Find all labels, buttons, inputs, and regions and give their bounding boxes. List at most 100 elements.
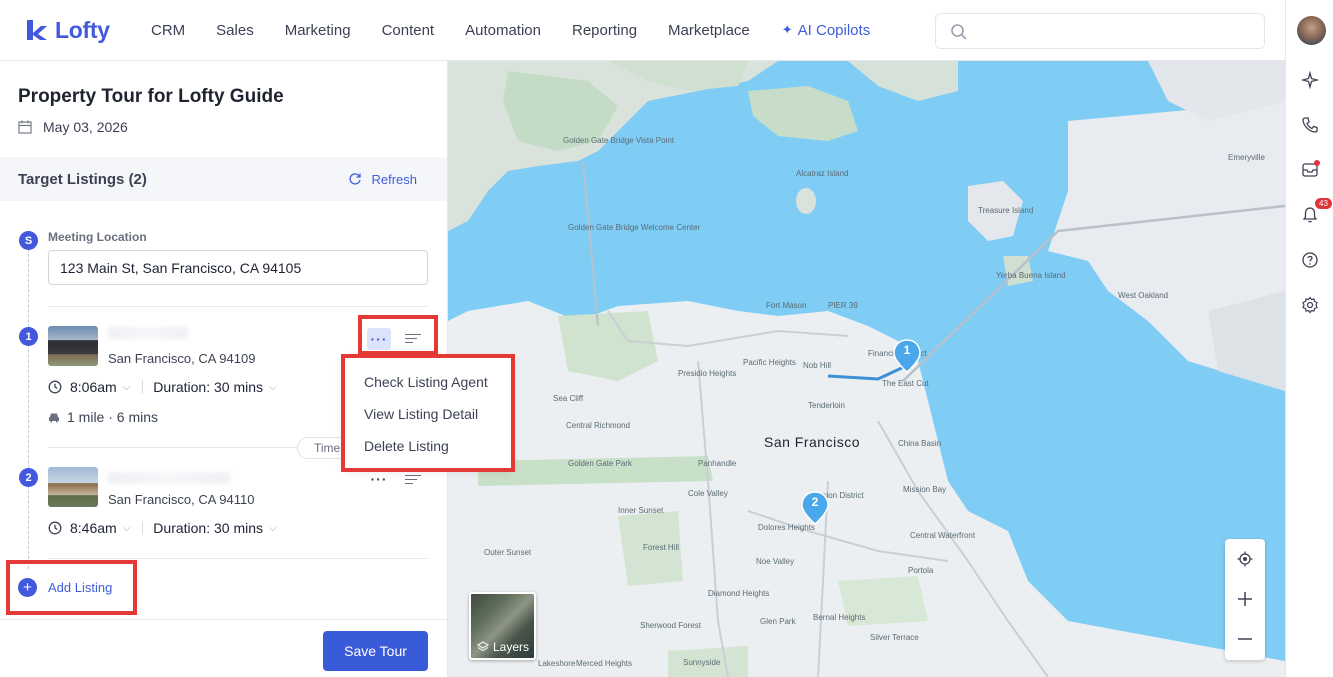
target-listings-header: Target Listings (2) Refresh <box>0 157 447 201</box>
step-badge-2: 2 <box>19 468 38 487</box>
lofty-logo[interactable]: Lofty <box>24 17 134 44</box>
layers-icon <box>477 641 489 652</box>
listing-1-more-button[interactable]: ··· <box>367 328 391 350</box>
listing-1-schedule: 8:06am ⌵ Duration: 30 mins ⌵ <box>48 379 277 395</box>
listing-context-menu: Check Listing Agent View Listing Detail … <box>345 358 511 468</box>
settings-gear-icon[interactable] <box>1300 295 1320 315</box>
map-label: Silver Terrace <box>870 633 919 642</box>
locate-icon <box>1237 551 1253 567</box>
map-label: Diamond Heights <box>708 589 770 598</box>
map-label: China Basin <box>898 439 942 448</box>
map-label: Inner Sunset <box>618 506 664 515</box>
map-label: Central Waterfront <box>910 531 976 540</box>
divider <box>48 306 428 307</box>
listing-1-distance: 1 mile · 6 mins <box>67 409 159 425</box>
nav-content[interactable]: Content <box>382 22 435 39</box>
meeting-location-input[interactable] <box>48 250 428 285</box>
bell-icon[interactable]: 43 <box>1300 198 1332 225</box>
listing-2-duration[interactable]: Duration: 30 mins <box>153 520 263 536</box>
listing-1-street-redacted <box>108 327 188 339</box>
nav-marketplace[interactable]: Marketplace <box>668 22 750 39</box>
phone-icon[interactable] <box>1300 115 1320 135</box>
main-nav: CRM Sales Marketing Content Automation R… <box>151 22 870 39</box>
notification-badge: 43 <box>1315 198 1332 209</box>
help-icon[interactable] <box>1300 250 1320 270</box>
map-city-label: San Francisco <box>764 434 860 450</box>
map-label: The East Cut <box>882 379 929 388</box>
tour-date-text: May 03, 2026 <box>43 119 128 135</box>
separator <box>142 521 144 535</box>
lofty-logo-icon <box>27 20 47 40</box>
map-label: Alcatraz Island <box>796 169 849 178</box>
minus-icon <box>1238 638 1252 640</box>
map-pin-2[interactable]: 2 <box>801 491 829 525</box>
search-icon <box>951 24 967 40</box>
ai-sparkle-icon[interactable] <box>1300 70 1320 90</box>
listing-1-drag-handle[interactable] <box>405 331 421 345</box>
save-tour-button[interactable]: Save Tour <box>323 631 428 671</box>
menu-check-listing-agent[interactable]: Check Listing Agent <box>364 374 488 390</box>
nav-crm[interactable]: CRM <box>151 22 185 39</box>
map-label: Noe Valley <box>756 557 795 566</box>
listing-2-schedule: 8:46am ⌵ Duration: 30 mins ⌵ <box>48 520 277 536</box>
map-label: Portola <box>908 566 934 575</box>
listing-2-drag-handle[interactable] <box>405 472 421 486</box>
listing-1-photo[interactable] <box>48 326 98 366</box>
avatar[interactable] <box>1297 16 1326 45</box>
plus-icon: + <box>18 578 37 597</box>
clock-icon <box>48 380 62 394</box>
map-label: West Oakland <box>1118 291 1169 300</box>
separator <box>142 380 144 394</box>
chevron-down-icon: ⌵ <box>269 381 277 393</box>
listing-1-address: San Francisco, CA 94109 <box>108 351 256 366</box>
tour-date: May 03, 2026 <box>18 119 128 135</box>
menu-view-listing-detail[interactable]: View Listing Detail <box>364 406 478 422</box>
listing-2-more-button[interactable]: ··· <box>367 468 391 490</box>
layers-label-wrap: Layers <box>477 640 529 654</box>
car-icon <box>49 413 59 422</box>
chevron-down-icon: ⌵ <box>269 522 277 534</box>
listing-1-duration[interactable]: Duration: 30 mins <box>153 379 263 395</box>
map-label: Sea Cliff <box>553 394 584 403</box>
nav-marketing[interactable]: Marketing <box>285 22 351 39</box>
refresh-button[interactable]: Refresh <box>348 172 417 187</box>
map-label: Central Richmond <box>566 421 631 430</box>
plus-icon <box>1238 592 1252 606</box>
listing-2-time[interactable]: 8:46am <box>70 520 117 536</box>
map-pin-1[interactable]: 1 <box>893 339 921 373</box>
map-label: Golden Gate Park <box>568 459 633 468</box>
step-badge-1: 1 <box>19 327 38 346</box>
map-label: Treasure Island <box>978 206 1034 215</box>
timeline-connector <box>28 249 29 569</box>
map-label: Golden Gate Bridge Vista Point <box>563 136 675 145</box>
nav-sales[interactable]: Sales <box>216 22 254 39</box>
search-input[interactable] <box>935 13 1265 49</box>
map-label: Outer Sunset <box>484 548 532 557</box>
map-label: Cole Valley <box>688 489 728 498</box>
listing-2-address: San Francisco, CA 94110 <box>108 492 255 507</box>
map-label: Forest Hill <box>643 543 680 552</box>
add-listing-label: Add Listing <box>48 580 113 595</box>
listing-2-street-redacted <box>108 472 230 484</box>
nav-ai-copilots[interactable]: ✦ AI Copilots <box>782 22 870 39</box>
add-listing-button[interactable]: + Add Listing <box>18 578 112 597</box>
map-label: Emeryville <box>1228 153 1265 162</box>
zoom-in-button[interactable] <box>1225 579 1265 619</box>
nav-ai-label: AI Copilots <box>797 21 871 39</box>
map-label: Panhandle <box>698 459 737 468</box>
nav-automation[interactable]: Automation <box>465 22 541 39</box>
layers-toggle[interactable]: Layers <box>469 592 536 660</box>
listing-1-time[interactable]: 8:06am <box>70 379 117 395</box>
nav-reporting[interactable]: Reporting <box>572 22 637 39</box>
inbox-unread-dot <box>1314 160 1320 166</box>
inbox-icon[interactable] <box>1300 160 1320 180</box>
sparkle-icon: ✦ <box>781 22 793 37</box>
zoom-out-button[interactable] <box>1225 619 1265 659</box>
map-view[interactable]: Golden Gate Bridge Vista Point Alcatraz … <box>448 61 1285 677</box>
footer-divider <box>0 619 447 620</box>
locate-button[interactable] <box>1225 539 1265 579</box>
listing-2-photo[interactable] <box>48 467 98 507</box>
top-nav: Lofty CRM Sales Marketing Content Automa… <box>0 0 1285 61</box>
tour-title: Property Tour for Lofty Guide <box>18 86 284 107</box>
menu-delete-listing[interactable]: Delete Listing <box>364 438 449 454</box>
